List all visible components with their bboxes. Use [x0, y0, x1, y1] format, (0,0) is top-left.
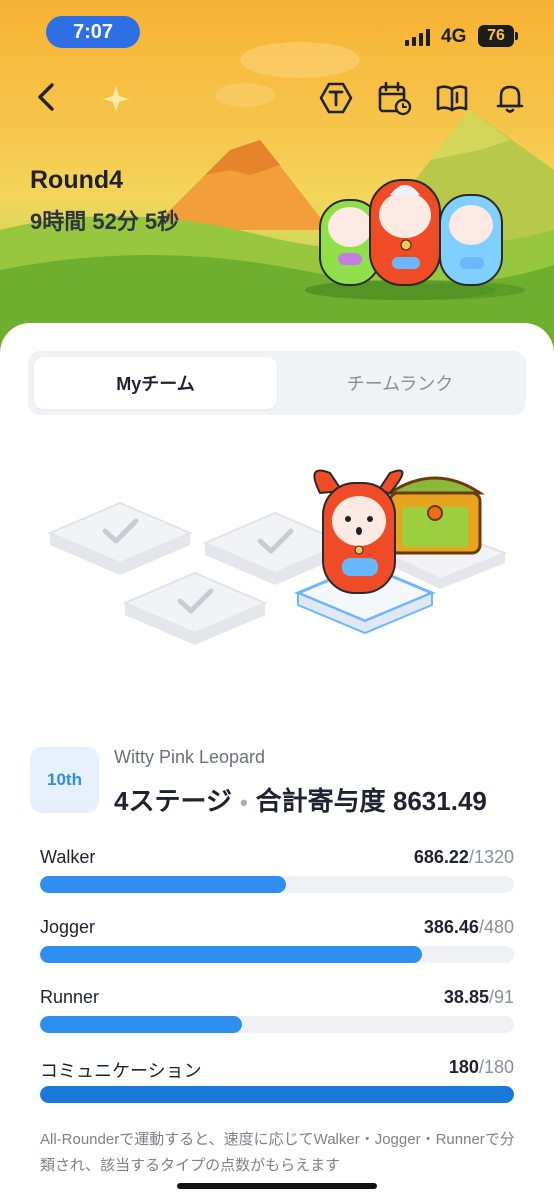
calendar-clock-icon[interactable] — [376, 80, 412, 116]
progress-label: Runner — [40, 987, 100, 1007]
bell-icon[interactable] — [492, 80, 528, 116]
progress-track — [40, 1016, 514, 1033]
progress-label: Jogger — [40, 917, 96, 937]
progress-track — [40, 946, 514, 963]
progress-label: コミュニケーション — [40, 1061, 202, 1081]
progress-row-walker: Walker 686.22/1320 — [40, 843, 514, 913]
progress-value: 686.22/1320 — [413, 847, 514, 867]
status-bar: 7:07 4G 76 — [0, 0, 554, 64]
signal-strength-icon — [405, 28, 430, 46]
player-mascot-icon — [313, 469, 404, 594]
tab-team-rank[interactable]: チームランク — [280, 357, 520, 409]
team-rank-badge: 10th — [30, 747, 99, 813]
progress-track — [40, 1086, 514, 1103]
progress-value: 386.46/480 — [423, 917, 514, 937]
tab-my-team[interactable]: Myチーム — [34, 357, 277, 409]
tab-bar: Myチーム チームランク — [28, 351, 526, 415]
status-time: 7:07 — [46, 16, 140, 48]
content-card: Myチーム チームランク 10th Witty Pink Leopard 4ステ… — [0, 323, 554, 1199]
scoring-note: All-Rounderで運動すると、速度に応じてWalker・Jogger・Ru… — [40, 1131, 515, 1174]
ticket-icon[interactable] — [318, 80, 354, 116]
progress-fill — [40, 1016, 243, 1033]
progress-row-communication: コミュニケーション 180/180 — [40, 1053, 514, 1123]
header-actions — [318, 80, 528, 116]
stats-separator: • — [239, 790, 248, 815]
progress-fill — [40, 946, 422, 963]
progress-list: Walker 686.22/1320 Jogger 386.46/480 Run… — [40, 843, 514, 1123]
home-indicator — [177, 1183, 377, 1189]
mascot-characters-illustration — [305, 179, 525, 300]
progress-value: 180/180 — [448, 1057, 514, 1077]
progress-fill — [40, 876, 287, 893]
progress-track — [40, 876, 514, 893]
battery-icon: 76 — [478, 25, 518, 47]
network-type: 4G — [441, 26, 467, 47]
progress-row-jogger: Jogger 386.46/480 — [40, 913, 514, 983]
team-stats: 4ステージ • 合計寄与度 8631.49 — [114, 781, 487, 818]
stage-map-illustration — [47, 469, 508, 645]
progress-value: 38.85/91 — [443, 987, 514, 1007]
round-countdown: 9時間 52分 5秒 — [30, 209, 180, 234]
round-title: Round4 — [30, 166, 124, 194]
book-icon[interactable] — [434, 80, 470, 116]
team-stage-count: 4ステージ — [114, 786, 232, 816]
team-name: Witty Pink Leopard — [114, 747, 266, 767]
back-icon[interactable] — [30, 80, 64, 114]
progress-label: Walker — [40, 847, 96, 867]
progress-row-runner: Runner 38.85/91 — [40, 983, 514, 1053]
team-total-contribution: 合計寄与度 8631.49 — [255, 786, 487, 816]
progress-fill — [40, 1086, 514, 1103]
